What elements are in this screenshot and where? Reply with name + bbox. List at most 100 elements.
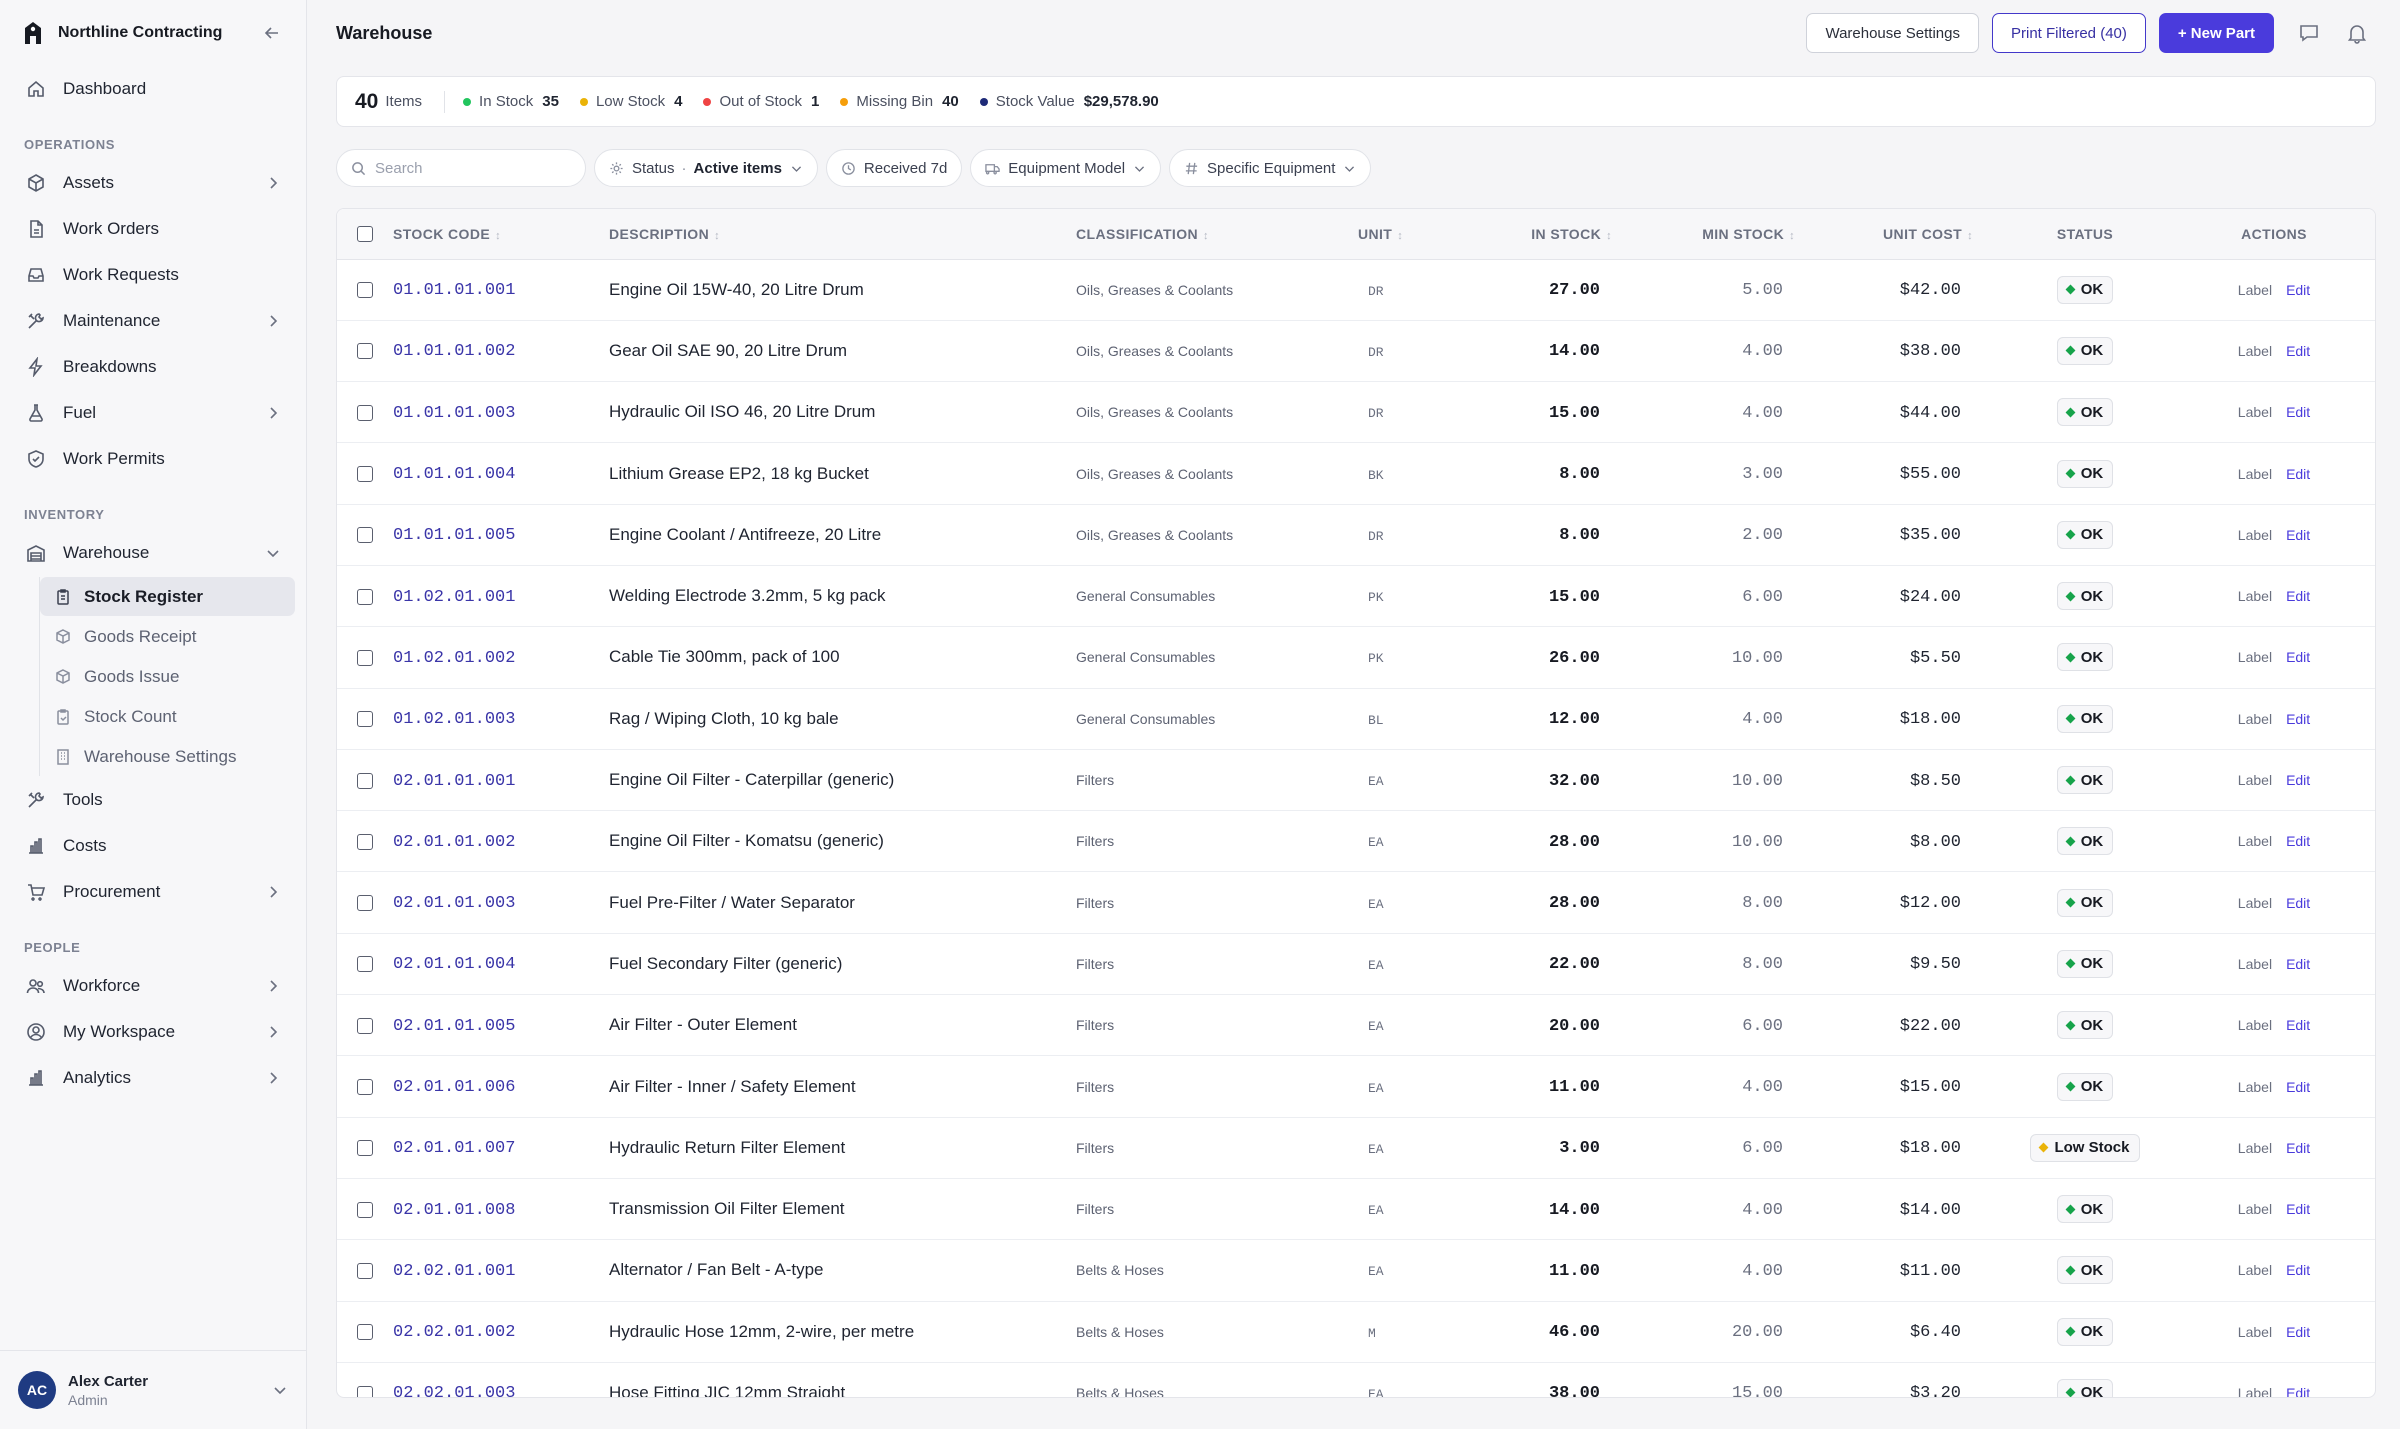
table-row[interactable]: 02.01.01.007 Hydraulic Return Filter Elem…: [337, 1117, 2375, 1179]
new-part-button[interactable]: + New Part: [2158, 13, 2274, 53]
stock-code-link[interactable]: 02.01.01.001: [393, 772, 515, 791]
edit-action[interactable]: Edit: [2286, 1324, 2310, 1340]
edit-action[interactable]: Edit: [2286, 343, 2310, 359]
nav-item-procurement[interactable]: Procurement: [11, 869, 295, 915]
stock-code-link[interactable]: 01.02.01.003: [393, 710, 515, 729]
stock-code-link[interactable]: 02.02.01.003: [393, 1384, 515, 1397]
nav-item-tools[interactable]: Tools: [11, 777, 295, 823]
row-checkbox[interactable]: [357, 772, 373, 789]
edit-action[interactable]: Edit: [2286, 895, 2310, 911]
table-row[interactable]: 02.01.01.006 Air Filter - Inner / Safety …: [337, 1056, 2375, 1118]
row-checkbox[interactable]: [357, 588, 373, 605]
sub-item-warehouse-settings[interactable]: Warehouse Settings: [40, 737, 295, 776]
row-checkbox[interactable]: [357, 527, 373, 544]
nav-item-warehouse[interactable]: Warehouse: [11, 530, 295, 576]
edit-action[interactable]: Edit: [2286, 466, 2310, 482]
stock-code-link[interactable]: 02.02.01.002: [393, 1323, 515, 1342]
edit-action[interactable]: Edit: [2286, 1017, 2310, 1033]
table-row[interactable]: 02.01.01.003 Fuel Pre-Filter / Water Sepa…: [337, 872, 2375, 934]
stock-code-link[interactable]: 01.02.01.002: [393, 649, 515, 668]
label-action[interactable]: Label: [2238, 1017, 2272, 1033]
nav-item-work-requests[interactable]: Work Requests: [11, 252, 295, 298]
edit-action[interactable]: Edit: [2286, 404, 2310, 420]
row-checkbox[interactable]: [357, 1079, 373, 1096]
row-checkbox[interactable]: [357, 1385, 373, 1397]
stock-code-link[interactable]: 02.01.01.007: [393, 1139, 515, 1158]
edit-action[interactable]: Edit: [2286, 282, 2310, 298]
label-action[interactable]: Label: [2238, 649, 2272, 665]
table-row[interactable]: 02.02.01.002 Hydraulic Hose 12mm, 2-wire,…: [337, 1301, 2375, 1363]
row-checkbox[interactable]: [357, 282, 373, 299]
edit-action[interactable]: Edit: [2286, 1385, 2310, 1397]
table-row[interactable]: 01.02.01.002 Cable Tie 300mm, pack of 100…: [337, 627, 2375, 689]
nav-item-maintenance[interactable]: Maintenance: [11, 298, 295, 344]
stock-code-link[interactable]: 02.01.01.006: [393, 1078, 515, 1097]
status-filter[interactable]: Status · Active items: [594, 149, 818, 187]
edit-action[interactable]: Edit: [2286, 956, 2310, 972]
nav-item-workforce[interactable]: Workforce: [11, 963, 295, 1009]
label-action[interactable]: Label: [2238, 956, 2272, 972]
row-checkbox[interactable]: [357, 404, 373, 421]
col-description[interactable]: DESCRIPTION ↕: [609, 209, 1076, 260]
row-checkbox[interactable]: [357, 1324, 373, 1341]
nav-item-work-permits[interactable]: Work Permits: [11, 436, 295, 482]
table-row[interactable]: 01.01.01.001 Engine Oil 15W-40, 20 Litre …: [337, 259, 2375, 321]
edit-action[interactable]: Edit: [2286, 527, 2310, 543]
row-checkbox[interactable]: [357, 956, 373, 973]
edit-action[interactable]: Edit: [2286, 1201, 2310, 1217]
nav-item-my-workspace[interactable]: My Workspace: [11, 1009, 295, 1055]
stock-code-link[interactable]: 01.02.01.001: [393, 588, 515, 607]
stock-code-link[interactable]: 01.01.01.001: [393, 281, 515, 300]
stock-code-link[interactable]: 02.01.01.005: [393, 1017, 515, 1036]
stock-code-link[interactable]: 02.02.01.001: [393, 1262, 515, 1281]
table-row[interactable]: 01.01.01.005 Engine Coolant / Antifreeze,…: [337, 504, 2375, 566]
sub-item-goods-receipt[interactable]: Goods Receipt: [40, 617, 295, 656]
print-filtered-button[interactable]: Print Filtered (40): [1992, 13, 2146, 53]
stat-low-stock[interactable]: Low Stock 4: [579, 93, 682, 110]
row-checkbox[interactable]: [357, 1140, 373, 1157]
nav-item-costs[interactable]: Costs: [11, 823, 295, 869]
table-row[interactable]: 01.01.01.004 Lithium Grease EP2, 18 kg Bu…: [337, 443, 2375, 505]
table-row[interactable]: 02.02.01.003 Hose Fitting JIC 12mm Straig…: [337, 1362, 2375, 1397]
col-stock-code[interactable]: STOCK CODE ↕: [393, 209, 609, 260]
stock-code-link[interactable]: 01.01.01.004: [393, 465, 515, 484]
stock-code-link[interactable]: 02.01.01.008: [393, 1201, 515, 1220]
row-checkbox[interactable]: [357, 895, 373, 912]
edit-action[interactable]: Edit: [2286, 1079, 2310, 1095]
nav-item-breakdowns[interactable]: Breakdowns: [11, 344, 295, 390]
select-all-checkbox[interactable]: [357, 226, 373, 243]
row-checkbox[interactable]: [357, 466, 373, 483]
edit-action[interactable]: Edit: [2286, 772, 2310, 788]
table-row[interactable]: 02.02.01.001 Alternator / Fan Belt - A-ty…: [337, 1240, 2375, 1302]
col-classification[interactable]: CLASSIFICATION ↕: [1076, 209, 1358, 260]
row-checkbox[interactable]: [357, 711, 373, 728]
label-action[interactable]: Label: [2238, 588, 2272, 604]
warehouse-settings-button[interactable]: Warehouse Settings: [1806, 13, 1979, 53]
specific-equipment-filter[interactable]: Specific Equipment: [1169, 149, 1372, 187]
row-checkbox[interactable]: [357, 649, 373, 666]
nav-item-fuel[interactable]: Fuel: [11, 390, 295, 436]
label-action[interactable]: Label: [2238, 1324, 2272, 1340]
notifications-button[interactable]: [2344, 20, 2370, 46]
nav-item-work-orders[interactable]: Work Orders: [11, 206, 295, 252]
nav-item-dashboard[interactable]: Dashboard: [11, 66, 295, 112]
chat-button[interactable]: [2296, 20, 2322, 46]
equipment-model-filter[interactable]: Equipment Model: [970, 149, 1162, 187]
label-action[interactable]: Label: [2238, 895, 2272, 911]
edit-action[interactable]: Edit: [2286, 588, 2310, 604]
row-checkbox[interactable]: [357, 1017, 373, 1034]
col-in-stock[interactable]: IN STOCK ↕: [1458, 209, 1638, 260]
received-filter[interactable]: Received 7d: [825, 149, 963, 187]
label-action[interactable]: Label: [2238, 343, 2272, 359]
table-row[interactable]: 01.02.01.003 Rag / Wiping Cloth, 10 kg ba…: [337, 688, 2375, 750]
stock-code-link[interactable]: 02.01.01.002: [393, 833, 515, 852]
search-input[interactable]: [375, 159, 565, 177]
collapse-sidebar-button[interactable]: [260, 21, 284, 45]
stock-code-link[interactable]: 02.01.01.003: [393, 894, 515, 913]
row-checkbox[interactable]: [357, 343, 373, 360]
stat-in-stock[interactable]: In Stock 35: [463, 93, 559, 110]
stock-code-link[interactable]: 01.01.01.005: [393, 526, 515, 545]
label-action[interactable]: Label: [2238, 282, 2272, 298]
col-min-stock[interactable]: MIN STOCK ↕: [1638, 209, 1821, 260]
label-action[interactable]: Label: [2238, 527, 2272, 543]
